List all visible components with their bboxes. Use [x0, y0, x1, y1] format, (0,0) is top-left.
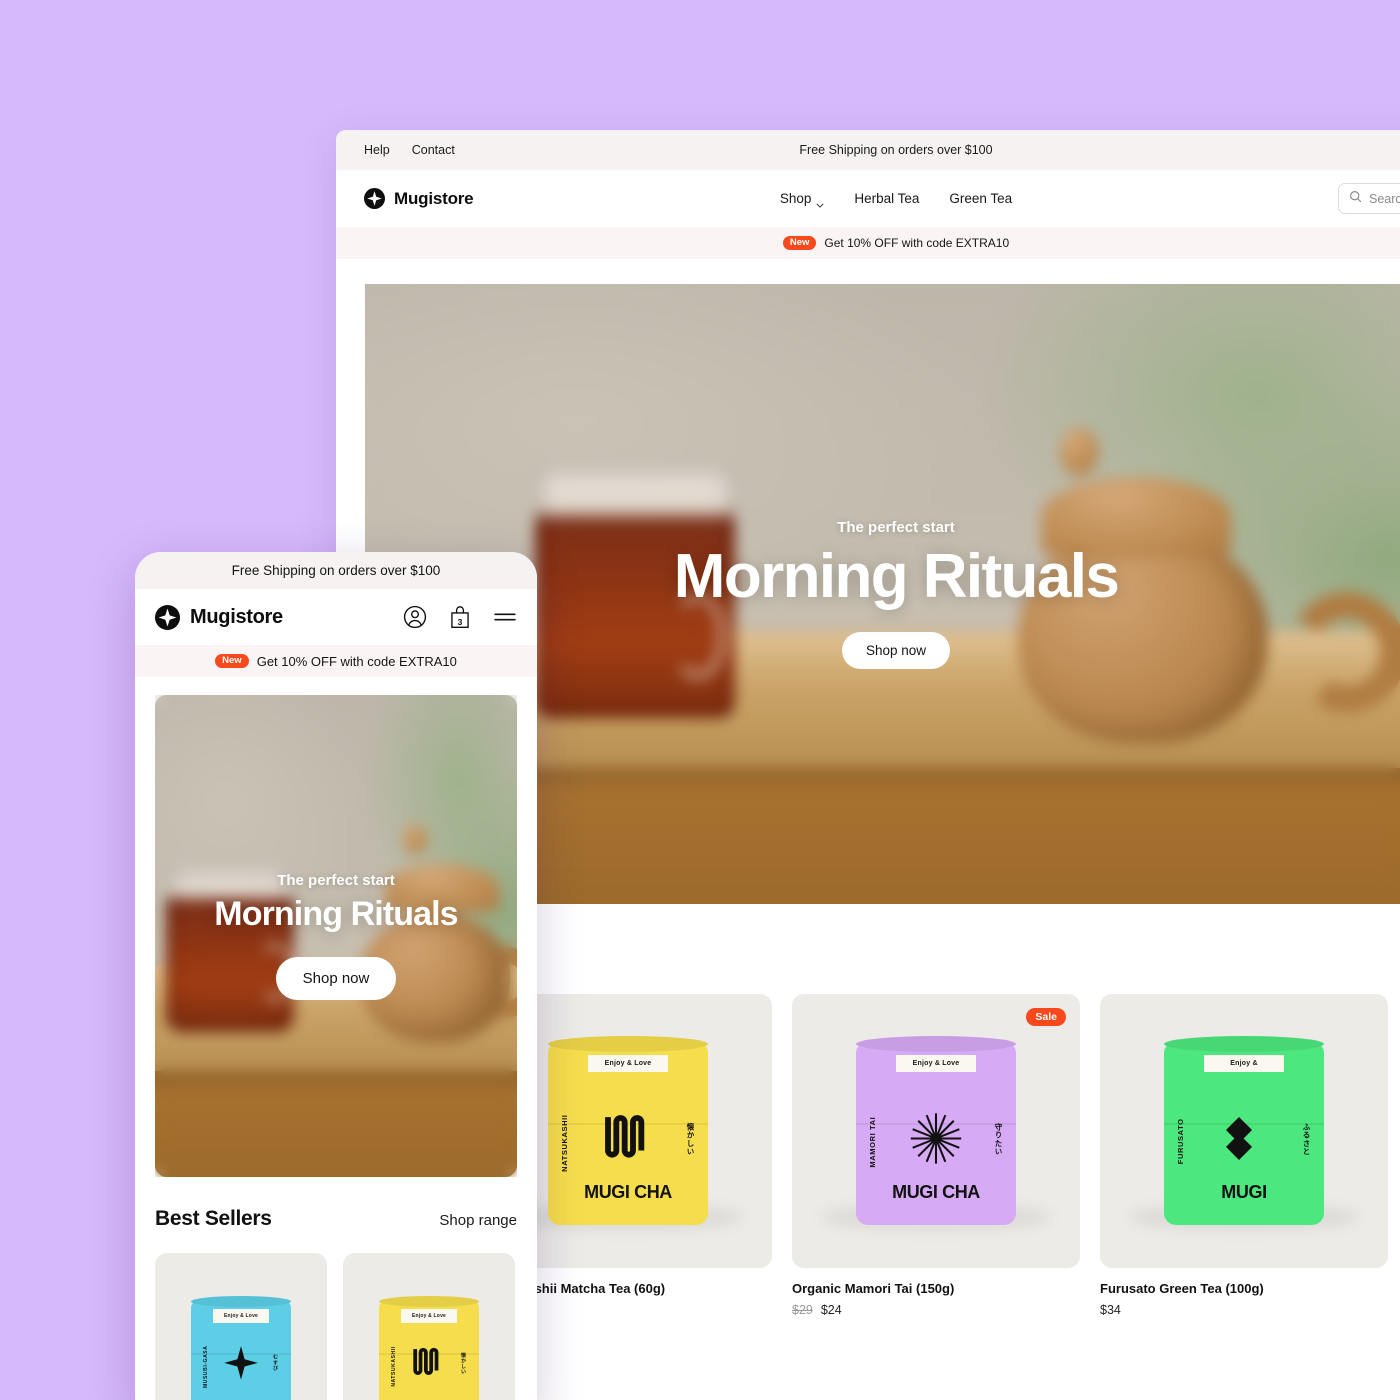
mobile-section-header: Best Sellers Shop range — [135, 1177, 537, 1231]
jar-side-right: ふるさと — [1302, 1122, 1311, 1156]
hero-shop-now-button[interactable]: Shop now — [841, 631, 951, 669]
product-price: $34 — [1100, 1303, 1388, 1317]
product-image: Sale Enjoy & Love MAMORI TAI 守りたい MUGI C… — [792, 994, 1080, 1268]
section-title-best-sellers: Best Sellers — [155, 1207, 272, 1230]
wave-logo-icon — [411, 1345, 447, 1381]
jar-top-label: Enjoy & Love — [588, 1055, 668, 1072]
product-image: Enjoy & Love MUSUBI-GASA むすび — [155, 1253, 327, 1400]
product-jar: Enjoy & FURUSATO ふるさと MUGI — [1164, 1043, 1324, 1225]
product-image: Enjoy & FURUSATO ふるさと MUGI — [1100, 994, 1388, 1268]
price-current: $34 — [1100, 1303, 1121, 1317]
nav-item-shop-label: Shop — [779, 191, 812, 206]
desktop-nav-links: Shop Herbal Tea Green Tea — [336, 191, 1400, 208]
hero-shop-now-button[interactable]: Shop now — [275, 956, 397, 1000]
search-icon — [1349, 190, 1362, 208]
jar-side-right: 守りたい — [994, 1122, 1003, 1156]
jar-side-left: NATSUKASHII — [560, 1114, 569, 1172]
jar-top-label: Enjoy & Love — [213, 1309, 269, 1323]
price-original: $29 — [792, 1303, 813, 1317]
wave-logo-icon — [600, 1110, 656, 1166]
shipping-notice: Free Shipping on orders over $100 — [799, 143, 993, 157]
product-card[interactable]: Enjoy & FURUSATO ふるさと MUGI Furusato Gree… — [1100, 994, 1388, 1317]
search-box[interactable] — [1338, 183, 1400, 214]
jar-side-right: 懐かしい — [460, 1352, 466, 1375]
jar-top-label: Enjoy & Love — [896, 1055, 976, 1072]
price-current: $24 — [820, 1303, 842, 1317]
jar-top-label: Enjoy & — [1204, 1055, 1284, 1072]
product-card[interactable]: Enjoy & Love MUSUBI-GASA むすび — [155, 1253, 327, 1400]
star-diamond-logo-icon — [155, 604, 180, 630]
nav-item-green-tea[interactable]: Green Tea — [949, 191, 1012, 206]
product-jar: Enjoy & Love NATSUKASHII 懐かしい MUGI CHA — [548, 1043, 708, 1225]
jar-side-left: FURUSATO — [1176, 1118, 1185, 1165]
four-point-star-icon — [223, 1345, 259, 1381]
promo-new-badge: New — [215, 653, 249, 669]
promo-text: Get 10% OFF with code EXTRA10 — [824, 236, 1010, 250]
desktop-utility-bar: Help Contact Free Shipping on orders ove… — [336, 130, 1400, 170]
utility-links: Help Contact — [364, 143, 455, 157]
jar-word: MUGI CHA — [892, 1182, 980, 1202]
jar-side-left: NATSUKASHII — [391, 1346, 397, 1387]
mobile-hero-section: The perfect start Morning Rituals Shop n… — [135, 677, 537, 1177]
double-diamond-icon — [1216, 1110, 1272, 1166]
jar-word: MUGI CHA — [584, 1182, 672, 1202]
contact-link[interactable]: Contact — [412, 143, 455, 157]
mobile-product-grid: Enjoy & Love MUSUBI-GASA むすび Enjoy & Lov… — [135, 1231, 537, 1400]
jar-word: MUGI — [1221, 1182, 1267, 1202]
shop-range-link[interactable]: Shop range — [439, 1212, 517, 1229]
product-name: Organic Mamori Tai (150g) — [792, 1281, 955, 1296]
product-image: Enjoy & Love NATSUKASHII 懐かしい — [343, 1253, 515, 1400]
jar-side-left: MUSUBI-GASA — [203, 1345, 209, 1389]
help-link[interactable]: Help — [364, 143, 390, 157]
hero-eyebrow: The perfect start — [277, 872, 395, 890]
hero-title: Morning Rituals — [673, 542, 1120, 612]
promo-new-badge: New — [782, 235, 817, 251]
hero-banner: The perfect start Morning Rituals Shop n… — [365, 284, 1400, 904]
product-price: $29 $24 — [792, 1303, 1080, 1317]
brand-name: Mugistore — [190, 605, 283, 628]
nav-item-shop[interactable]: Shop — [779, 191, 825, 208]
product-jar: Enjoy & Love MAMORI TAI 守りたい MUGI CHA — [856, 1043, 1016, 1225]
star-diamond-logo-icon — [364, 188, 385, 209]
sunburst-icon — [908, 1110, 964, 1166]
desktop-navbar: Mugistore Shop Herbal Tea Green Tea — [336, 170, 1400, 227]
product-name: Furusato Green Tea (100g) — [1100, 1281, 1264, 1296]
search-input[interactable] — [1369, 191, 1400, 206]
jar-side-right: むすび — [272, 1354, 278, 1372]
hero-title: Morning Rituals — [214, 895, 458, 934]
product-card[interactable]: Enjoy & Love NATSUKASHII 懐かしい — [343, 1253, 515, 1400]
hero-banner: The perfect start Morning Rituals Shop n… — [155, 695, 517, 1177]
nav-item-herbal-tea[interactable]: Herbal Tea — [854, 191, 919, 206]
brand-logo[interactable]: Mugistore — [364, 188, 474, 209]
product-jar: Enjoy & Love MUSUBI-GASA むすび — [191, 1301, 291, 1400]
chevron-down-icon — [816, 196, 824, 208]
jar-side-left: MAMORI TAI — [868, 1116, 877, 1168]
product-card[interactable]: Sale Enjoy & Love MAMORI TAI 守りたい MUGI C… — [792, 994, 1080, 1317]
hero-eyebrow: The perfect start — [837, 519, 955, 537]
brand-name: Mugistore — [394, 188, 474, 208]
desktop-promo-bar: New Get 10% OFF with code EXTRA10 — [336, 227, 1400, 259]
jar-side-right: 懐かしい — [686, 1122, 695, 1156]
jar-top-label: Enjoy & Love — [401, 1309, 457, 1323]
sale-badge: Sale — [1026, 1008, 1066, 1026]
product-jar: Enjoy & Love NATSUKASHII 懐かしい — [379, 1301, 479, 1400]
